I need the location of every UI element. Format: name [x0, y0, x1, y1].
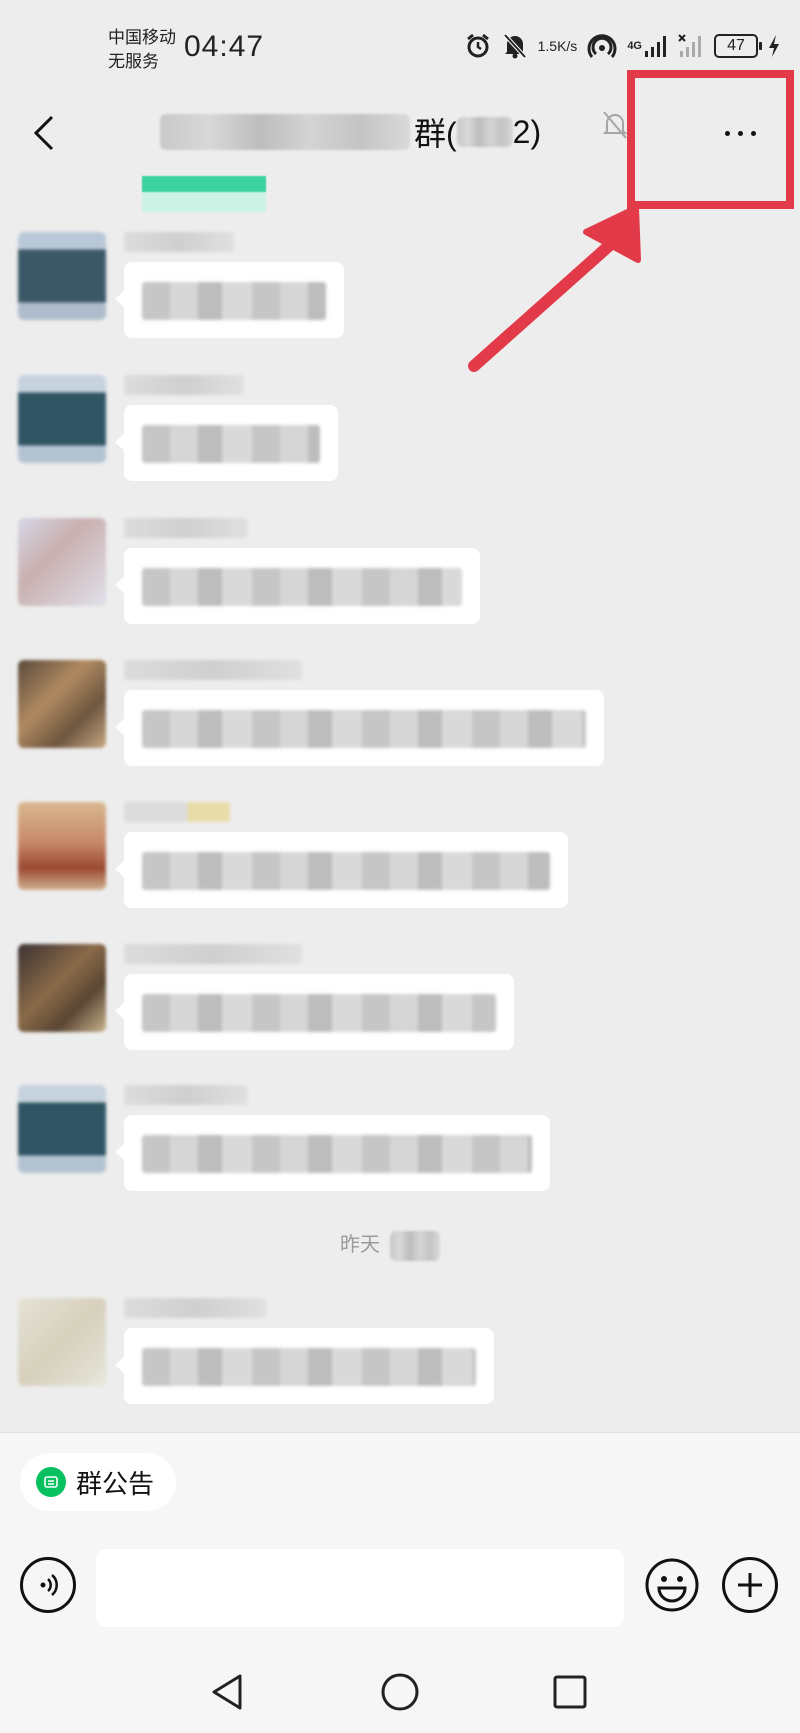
- avatar[interactable]: [18, 375, 106, 463]
- no-signal-icon: [678, 34, 704, 58]
- avatar[interactable]: [18, 1298, 106, 1386]
- avatar[interactable]: [18, 518, 106, 606]
- avatar[interactable]: [18, 944, 106, 1032]
- title-redacted: [160, 114, 410, 150]
- green-banner-redacted: [142, 176, 266, 212]
- group-notice-button[interactable]: 群公告: [20, 1453, 177, 1511]
- nav-home-icon: [381, 1673, 419, 1711]
- charging-icon: [768, 34, 780, 58]
- carrier-info: 中国移动 无服务: [108, 26, 176, 74]
- system-nav-bar: [0, 1651, 800, 1731]
- message-bubble[interactable]: [115, 974, 514, 1050]
- message-bubble[interactable]: [115, 548, 480, 624]
- message-text-redacted: [142, 1348, 476, 1386]
- hotspot-icon: [587, 32, 617, 60]
- sender-name-redacted: [124, 802, 230, 822]
- mute-bell-icon: [602, 110, 628, 145]
- net-speed-unit: K/s: [557, 37, 578, 54]
- sender-name-redacted: [124, 518, 248, 538]
- title-suffix: 2): [512, 113, 542, 150]
- plus-button[interactable]: [722, 1557, 778, 1613]
- emoji-button[interactable]: [644, 1557, 700, 1613]
- net-speed: 1.5 K/s: [537, 37, 578, 54]
- message-text-redacted: [142, 852, 550, 890]
- bottom-panel: 群公告: [0, 1432, 800, 1733]
- date-redacted: [389, 1230, 440, 1261]
- voice-button[interactable]: [20, 1557, 76, 1613]
- sender-name-redacted: [124, 1298, 266, 1318]
- message-bubble[interactable]: [115, 262, 344, 338]
- back-icon: [33, 115, 54, 151]
- message-bubble[interactable]: [115, 690, 604, 766]
- clock: 04:47: [184, 30, 265, 63]
- nav-home-button[interactable]: [375, 1667, 425, 1717]
- annotation-highlight-box: [627, 70, 794, 209]
- message-text-redacted: [142, 994, 496, 1032]
- nav-back-button[interactable]: [203, 1667, 253, 1717]
- back-button[interactable]: [24, 108, 64, 158]
- message-text-redacted: [142, 710, 586, 748]
- sender-name-redacted: [124, 944, 302, 964]
- input-row: [0, 1543, 800, 1629]
- voice-icon: [40, 1574, 58, 1596]
- sender-name-redacted: [124, 660, 302, 680]
- avatar[interactable]: [18, 232, 106, 320]
- notice-icon: [36, 1467, 66, 1497]
- nav-recents-button[interactable]: [545, 1667, 595, 1717]
- date-separator-text: 昨天: [340, 1234, 380, 1256]
- emoji-icon: [645, 1558, 699, 1612]
- title-text: 群(: [414, 116, 457, 152]
- chat-title: 群( 2): [160, 104, 541, 160]
- message-bubble[interactable]: [115, 832, 568, 908]
- alarm-icon: [464, 32, 492, 60]
- signal-icon: 4G: [627, 34, 668, 58]
- network-type: 4G: [627, 40, 642, 52]
- message-bubble[interactable]: [115, 405, 338, 481]
- avatar[interactable]: [18, 660, 106, 748]
- title-count-redacted: [456, 117, 513, 147]
- sender-name-redacted: [124, 232, 234, 252]
- avatar[interactable]: [18, 802, 106, 890]
- notice-label: 群公告: [76, 1468, 155, 1499]
- carrier-name: 中国移动: [108, 28, 176, 47]
- nav-recents-icon: [553, 1675, 587, 1709]
- sender-name-redacted: [124, 1085, 248, 1105]
- sender-name-redacted: [124, 375, 244, 395]
- message-text-redacted: [142, 568, 462, 606]
- avatar[interactable]: [18, 1085, 106, 1173]
- message-text-redacted: [142, 1135, 532, 1173]
- annotation-arrow: [468, 205, 641, 372]
- message-bubble[interactable]: [115, 1115, 550, 1191]
- message-text-redacted: [142, 425, 320, 463]
- status-icons: 1.5 K/s 4G 47: [464, 32, 780, 60]
- message-input[interactable]: [96, 1549, 624, 1627]
- plus-icon: [738, 1573, 762, 1597]
- service-status: 无服务: [108, 52, 159, 71]
- date-separator: 昨天: [340, 1228, 440, 1261]
- message-text-redacted: [142, 282, 326, 320]
- battery-icon: 47: [714, 34, 762, 58]
- net-speed-value: 1.5: [537, 37, 558, 54]
- mute-icon: [502, 32, 528, 60]
- message-bubble[interactable]: [115, 1328, 494, 1404]
- nav-back-icon: [212, 1674, 242, 1710]
